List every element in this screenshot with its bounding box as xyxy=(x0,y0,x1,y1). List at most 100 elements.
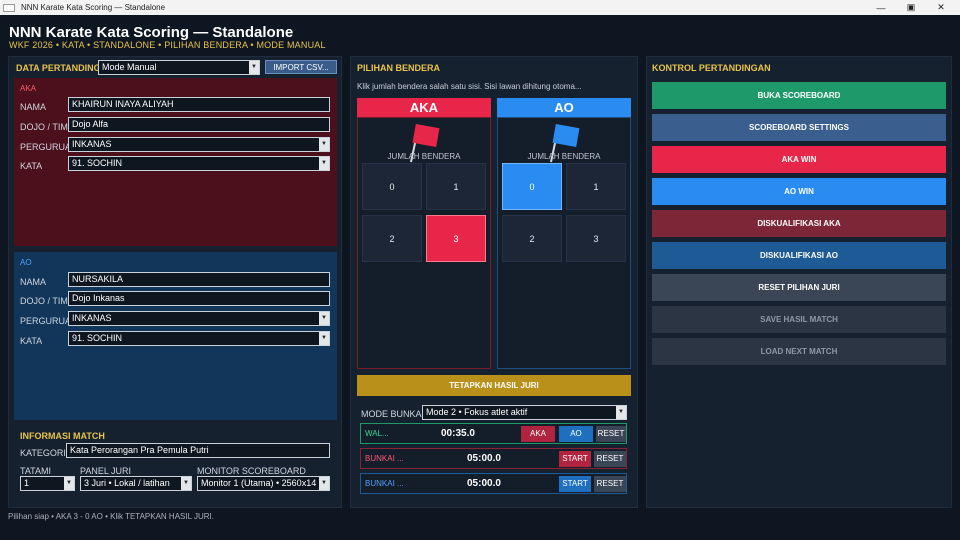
reset-pilihan-juri-button[interactable]: RESET PILIHAN JURI xyxy=(652,274,946,301)
ao-kata-label: KATA xyxy=(20,336,43,346)
diskualifikasi-aka-button[interactable]: DISKUALIFIKASI AKA xyxy=(652,210,946,237)
window-title: NNN Karate Kata Scoring — Standalone xyxy=(21,3,166,12)
chevron-down-icon: ▼ xyxy=(319,312,329,325)
aka-nama-label: NAMA xyxy=(20,102,47,112)
chevron-down-icon: ▼ xyxy=(616,406,626,419)
walk-aka-button[interactable]: AKA xyxy=(521,426,555,442)
aka-count-0[interactable]: 0 xyxy=(362,163,422,210)
chevron-down-icon: ▼ xyxy=(319,477,329,490)
ao-label: AO xyxy=(20,258,32,267)
kategori-label: KATEGORI xyxy=(20,448,66,458)
aka-side-header: AKA xyxy=(357,98,491,117)
monitor-value: Monitor 1 (Utama) • 2560x14 xyxy=(201,478,317,488)
scoreboard-settings-button[interactable]: SCOREBOARD SETTINGS xyxy=(652,114,946,141)
panel-juri-select[interactable]: 3 Juri • Lokal / latihan ▼ xyxy=(80,476,192,491)
kategori-field[interactable]: Kata Perorangan Pra Pemula Putri xyxy=(66,443,330,458)
walk-timer-row: WAL... 00:35.0 AKA AO RESET xyxy=(360,423,627,444)
bunkai-ao-timer-row: BUNKAI ... 05:00.0 START RESET xyxy=(360,473,627,494)
maximize-icon[interactable]: ▣ xyxy=(896,0,926,15)
aka-kata-label: KATA xyxy=(20,161,43,171)
window-titlebar: NNN Karate Kata Scoring — Standalone — ▣… xyxy=(0,0,960,15)
ao-kata-value: 91. SOCHIN xyxy=(72,333,123,343)
mode-bunkai-select[interactable]: Mode 2 • Fokus atlet aktif ▼ xyxy=(422,405,627,420)
walk-reset-button[interactable]: RESET xyxy=(596,426,626,442)
chevron-down-icon: ▼ xyxy=(319,138,329,151)
monitor-label: MONITOR SCOREBOARD xyxy=(197,466,306,476)
aka-flag-icon xyxy=(412,124,440,147)
monitor-select[interactable]: Monitor 1 (Utama) • 2560x14 ▼ xyxy=(197,476,330,491)
bunkai-aka-timer-row: BUNKAI ... 05:00.0 START RESET xyxy=(360,448,627,469)
bendera-hint: Klik jumlah bendera salah satu sisi. Sis… xyxy=(357,82,582,91)
aka-nama-field[interactable]: KHAIRUN INAYA ALIYAH xyxy=(68,97,330,112)
chevron-down-icon: ▼ xyxy=(64,477,74,490)
bunkai-aka-timer-time: 05:00.0 xyxy=(467,453,501,464)
load-next-match-button[interactable]: LOAD NEXT MATCH xyxy=(652,338,946,365)
ao-dojo-field[interactable]: Dojo Inkanas xyxy=(68,291,330,306)
mode-bunkai-value: Mode 2 • Fokus atlet aktif xyxy=(426,407,528,417)
aka-perguruan-select[interactable]: INKANAS ▼ xyxy=(68,137,330,152)
aka-jumlah-label: JUMLAH BENDERA xyxy=(387,152,461,161)
aka-kata-value: 91. SOCHIN xyxy=(72,158,123,168)
ao-dojo-label: DOJO / TIM xyxy=(20,296,68,306)
tatami-select[interactable]: 1 ▼ xyxy=(20,476,75,491)
tatami-label: TATAMI xyxy=(20,466,51,476)
aka-dojo-field[interactable]: Dojo Alfa xyxy=(68,117,330,132)
aka-count-3[interactable]: 3 xyxy=(426,215,486,262)
ao-kata-select[interactable]: 91. SOCHIN ▼ xyxy=(68,331,330,346)
tetapkan-hasil-juri-button[interactable]: TETAPKAN HASIL JURI xyxy=(357,375,631,396)
walk-timer-label: WAL... xyxy=(365,429,389,438)
bunkai-ao-start-button[interactable]: START xyxy=(559,476,591,492)
ao-flag-icon xyxy=(552,124,580,147)
ao-win-button[interactable]: AO WIN xyxy=(652,178,946,205)
ao-flag-box: JUMLAH BENDERA 0 1 2 3 xyxy=(497,117,631,369)
buka-scoreboard-button[interactable]: BUKA SCOREBOARD xyxy=(652,82,946,109)
informasi-match-title: INFORMASI MATCH xyxy=(20,431,105,441)
app-title: NNN Karate Kata Scoring — Standalone xyxy=(9,24,294,41)
ao-perguruan-value: INKANAS xyxy=(72,313,112,323)
pilihan-bendera-title: PILIHAN BENDERA xyxy=(357,63,441,73)
ao-count-3[interactable]: 3 xyxy=(566,215,626,262)
save-hasil-match-button[interactable]: SAVE HASIL MATCH xyxy=(652,306,946,333)
ao-jumlah-label: JUMLAH BENDERA xyxy=(527,152,601,161)
app-subtitle: WKF 2026 • KATA • STANDALONE • PILIHAN B… xyxy=(9,40,326,50)
aka-win-button[interactable]: AKA WIN xyxy=(652,146,946,173)
aka-kata-select[interactable]: 91. SOCHIN ▼ xyxy=(68,156,330,171)
aka-label: AKA xyxy=(20,84,37,93)
bunkai-aka-start-button[interactable]: START xyxy=(559,451,591,467)
app-icon xyxy=(3,3,15,12)
chevron-down-icon: ▼ xyxy=(319,332,329,345)
walk-ao-button[interactable]: AO xyxy=(559,426,593,442)
ao-nama-label: NAMA xyxy=(20,277,47,287)
aka-count-2[interactable]: 2 xyxy=(362,215,422,262)
tatami-value: 1 xyxy=(24,478,30,488)
panel-juri-label: PANEL JURI xyxy=(80,466,132,476)
aka-perguruan-label: PERGURUA xyxy=(20,142,68,152)
bunkai-ao-timer-time: 05:00.0 xyxy=(467,478,501,489)
import-csv-button[interactable]: IMPORT CSV... xyxy=(265,60,337,74)
close-icon[interactable]: ✕ xyxy=(926,0,956,15)
minimize-icon[interactable]: — xyxy=(866,0,896,15)
aka-perguruan-value: INKANAS xyxy=(72,139,112,149)
mode-select-value: Mode Manual xyxy=(102,62,157,72)
aka-count-1[interactable]: 1 xyxy=(426,163,486,210)
ao-nama-field[interactable]: NURSAKILA xyxy=(68,272,330,287)
aka-flag-box: JUMLAH BENDERA 0 1 2 3 xyxy=(357,117,491,369)
ao-side-header: AO xyxy=(497,98,631,117)
diskualifikasi-ao-button[interactable]: DISKUALIFIKASI AO xyxy=(652,242,946,269)
kontrol-pertandingan-title: KONTROL PERTANDINGAN xyxy=(652,63,771,73)
bunkai-ao-reset-button[interactable]: RESET xyxy=(594,476,626,492)
ao-count-1[interactable]: 1 xyxy=(566,163,626,210)
status-bar: Pilihan siap • AKA 3 - 0 AO • Klik TETAP… xyxy=(8,512,214,521)
bunkai-ao-timer-label: BUNKAI ... xyxy=(365,479,404,488)
bunkai-aka-timer-label: BUNKAI ... xyxy=(365,454,404,463)
chevron-down-icon: ▼ xyxy=(249,61,259,74)
ao-perguruan-select[interactable]: INKANAS ▼ xyxy=(68,311,330,326)
mode-select[interactable]: Mode Manual ▼ xyxy=(98,60,260,75)
data-pertandingan-title: DATA PERTANDING xyxy=(16,63,101,73)
aka-dojo-label: DOJO / TIM xyxy=(20,122,68,132)
panel-juri-value: 3 Juri • Lokal / latihan xyxy=(84,478,170,488)
ao-count-0[interactable]: 0 xyxy=(502,163,562,210)
bunkai-aka-reset-button[interactable]: RESET xyxy=(594,451,626,467)
ao-count-2[interactable]: 2 xyxy=(502,215,562,262)
walk-timer-time: 00:35.0 xyxy=(441,428,475,439)
